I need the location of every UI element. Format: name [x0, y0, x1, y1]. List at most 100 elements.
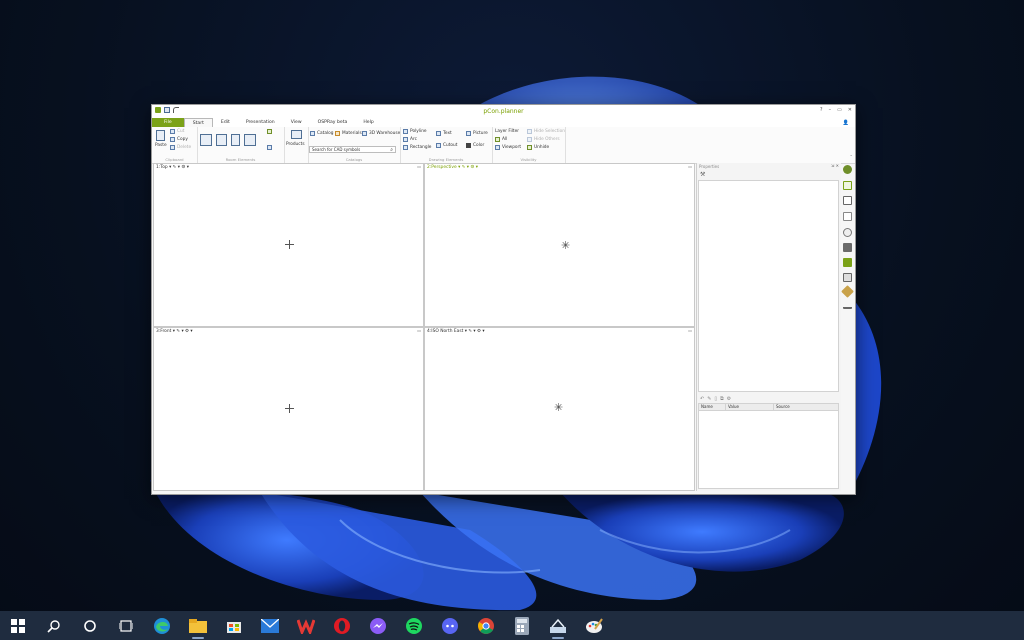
viewport-perspective-label[interactable]: 2:Perspective ▾ ✎ ▾ ⚙ ▾	[427, 165, 478, 170]
ribbon-group-products: Products	[284, 127, 309, 163]
text-button[interactable]: Text	[436, 131, 452, 136]
globe-icon[interactable]	[843, 228, 852, 237]
pcon-app-icon[interactable]	[540, 611, 576, 640]
prop-tool-icon[interactable]: ✎	[707, 396, 711, 402]
hide-selection-icon	[527, 129, 532, 134]
mail-icon[interactable]	[252, 611, 288, 640]
rectangle-button[interactable]: Rectangle	[403, 145, 431, 150]
picture-button[interactable]: Picture	[466, 131, 488, 136]
viewport-front-label[interactable]: 3:Front ▾ ✎ ▾ ⚙ ▾	[156, 329, 193, 334]
messenger-icon[interactable]	[360, 611, 396, 640]
arc-icon	[403, 137, 408, 142]
layer-all-button[interactable]: All	[495, 137, 507, 142]
color-button[interactable]: Color	[466, 143, 484, 148]
chrome-icon[interactable]	[468, 611, 504, 640]
room-tool-2[interactable]	[267, 145, 272, 150]
menu-file[interactable]: File	[152, 118, 184, 127]
prop-tool-icon[interactable]: ↶	[700, 396, 704, 402]
delete-button[interactable]: Delete	[170, 145, 191, 150]
cad-symbol-search-input[interactable]: Search for CAD symbols ⌕	[309, 146, 396, 153]
unhide-button[interactable]: Unhide	[527, 145, 549, 150]
user-icon[interactable]: 👤	[843, 120, 849, 126]
document-icon[interactable]	[843, 196, 852, 205]
viewport-front[interactable]: 3:Front ▾ ✎ ▾ ⚙ ▾ ▭	[153, 327, 424, 491]
scene-icon[interactable]	[843, 165, 852, 174]
brush-icon[interactable]	[841, 285, 854, 298]
ribbon-collapse-icon[interactable]: ⌃	[849, 155, 853, 160]
menu-ospray-beta[interactable]: OSPRay beta	[310, 118, 356, 127]
viewport-maximize-icon[interactable]: ▭	[688, 328, 692, 333]
prop-tool-icon[interactable]: ⧉	[720, 396, 724, 402]
properties-panel-controls[interactable]: ⇲ ✕	[831, 163, 839, 168]
add-green-icon	[267, 129, 272, 134]
3d-warehouse-button[interactable]: 3D Warehouse	[362, 131, 400, 136]
camera-icon[interactable]	[843, 243, 852, 252]
catalog-button[interactable]: Catalog	[310, 131, 334, 136]
viewport-maximize-icon[interactable]: ▭	[417, 164, 421, 169]
list-icon[interactable]	[843, 212, 852, 221]
ribbon-group-drawing-elements: Polyline Arc Rectangle Text Cutout Pictu…	[400, 127, 493, 163]
cut-button[interactable]: Cut	[170, 129, 184, 134]
wps-office-icon[interactable]	[288, 611, 324, 640]
properties-toolbar: ↶ ✎ ▯ ⧉ ⚙	[700, 396, 731, 402]
door-icon[interactable]	[216, 134, 227, 146]
spotify-icon[interactable]	[396, 611, 432, 640]
materials-button[interactable]: Materials	[335, 131, 362, 136]
task-view-icon[interactable]	[108, 611, 144, 640]
menu-start[interactable]: Start	[183, 117, 213, 128]
search-icon[interactable]	[36, 611, 72, 640]
paint-icon[interactable]	[576, 611, 612, 640]
viewport-maximize-icon[interactable]: ▭	[417, 328, 421, 333]
layers-icon[interactable]	[843, 258, 852, 267]
viewport-maximize-icon[interactable]: ▭	[688, 164, 692, 169]
search-icon[interactable]: ⌕	[390, 147, 393, 153]
file-explorer-icon[interactable]	[180, 611, 216, 640]
menu-edit[interactable]: Edit	[213, 118, 238, 127]
column-name[interactable]: Name	[699, 404, 726, 410]
edge-icon[interactable]	[144, 611, 180, 640]
cutout-button[interactable]: Cutout	[436, 143, 457, 148]
menu-view[interactable]: View	[283, 118, 310, 127]
close-button[interactable]: ✕	[848, 107, 852, 113]
maximize-button[interactable]: ▭	[837, 107, 842, 113]
products-button[interactable]: Products	[286, 142, 305, 147]
menu-presentation[interactable]: Presentation	[238, 118, 283, 127]
minimize-button[interactable]: –	[829, 107, 832, 113]
prop-tool-icon[interactable]: ▯	[714, 396, 717, 402]
viewport-iso[interactable]: 4:ISO North East ▾ ✎ ▾ ⚙ ▾ ▭ ✳	[424, 327, 695, 491]
polyline-button[interactable]: Polyline	[403, 129, 427, 134]
building-icon[interactable]	[843, 273, 852, 282]
prop-tool-icon[interactable]: ⚙	[727, 396, 731, 402]
floor-icon[interactable]	[244, 134, 256, 146]
viewport-top[interactable]: 1:Top ▾ ✎ ▾ ⚙ ▾ ▭	[153, 163, 424, 327]
catalogs-group-label: Catalogs	[345, 157, 363, 162]
window-element-icon[interactable]	[231, 134, 240, 146]
calculator-icon[interactable]	[504, 611, 540, 640]
copy-button[interactable]: Copy	[170, 137, 188, 142]
discord-icon[interactable]	[432, 611, 468, 640]
room-tool-1[interactable]	[267, 129, 272, 134]
properties-filter-icon[interactable]: ⚒	[700, 171, 705, 178]
windows-start-icon[interactable]	[0, 611, 36, 640]
column-value[interactable]: Value	[726, 404, 774, 410]
materials-icon	[335, 131, 340, 136]
hide-selection-button[interactable]: Hide Selection	[527, 129, 565, 134]
menu-help[interactable]: Help	[355, 118, 381, 127]
terrain-icon[interactable]	[843, 300, 852, 309]
opera-icon[interactable]	[324, 611, 360, 640]
microsoft-store-icon[interactable]	[216, 611, 252, 640]
arc-button[interactable]: Arc	[403, 137, 417, 142]
viewport-button[interactable]: Viewport	[495, 145, 521, 150]
properties-tab-icon[interactable]	[843, 181, 852, 190]
paste-icon	[156, 130, 165, 141]
column-source[interactable]: Source	[774, 404, 838, 410]
wall-icon[interactable]	[200, 134, 212, 146]
paste-button[interactable]: Paste	[155, 143, 167, 148]
hide-others-button[interactable]: Hide Others	[527, 137, 560, 142]
cortana-icon[interactable]	[72, 611, 108, 640]
viewport-top-label[interactable]: 1:Top ▾ ✎ ▾ ⚙ ▾	[156, 165, 189, 170]
viewport-perspective[interactable]: 2:Perspective ▾ ✎ ▾ ⚙ ▾ ▭ ✳	[424, 163, 695, 327]
viewport-iso-label[interactable]: 4:ISO North East ▾ ✎ ▾ ⚙ ▾	[427, 329, 485, 334]
window-controls: ? – ▭ ✕	[820, 107, 852, 113]
help-button[interactable]: ?	[820, 107, 823, 113]
